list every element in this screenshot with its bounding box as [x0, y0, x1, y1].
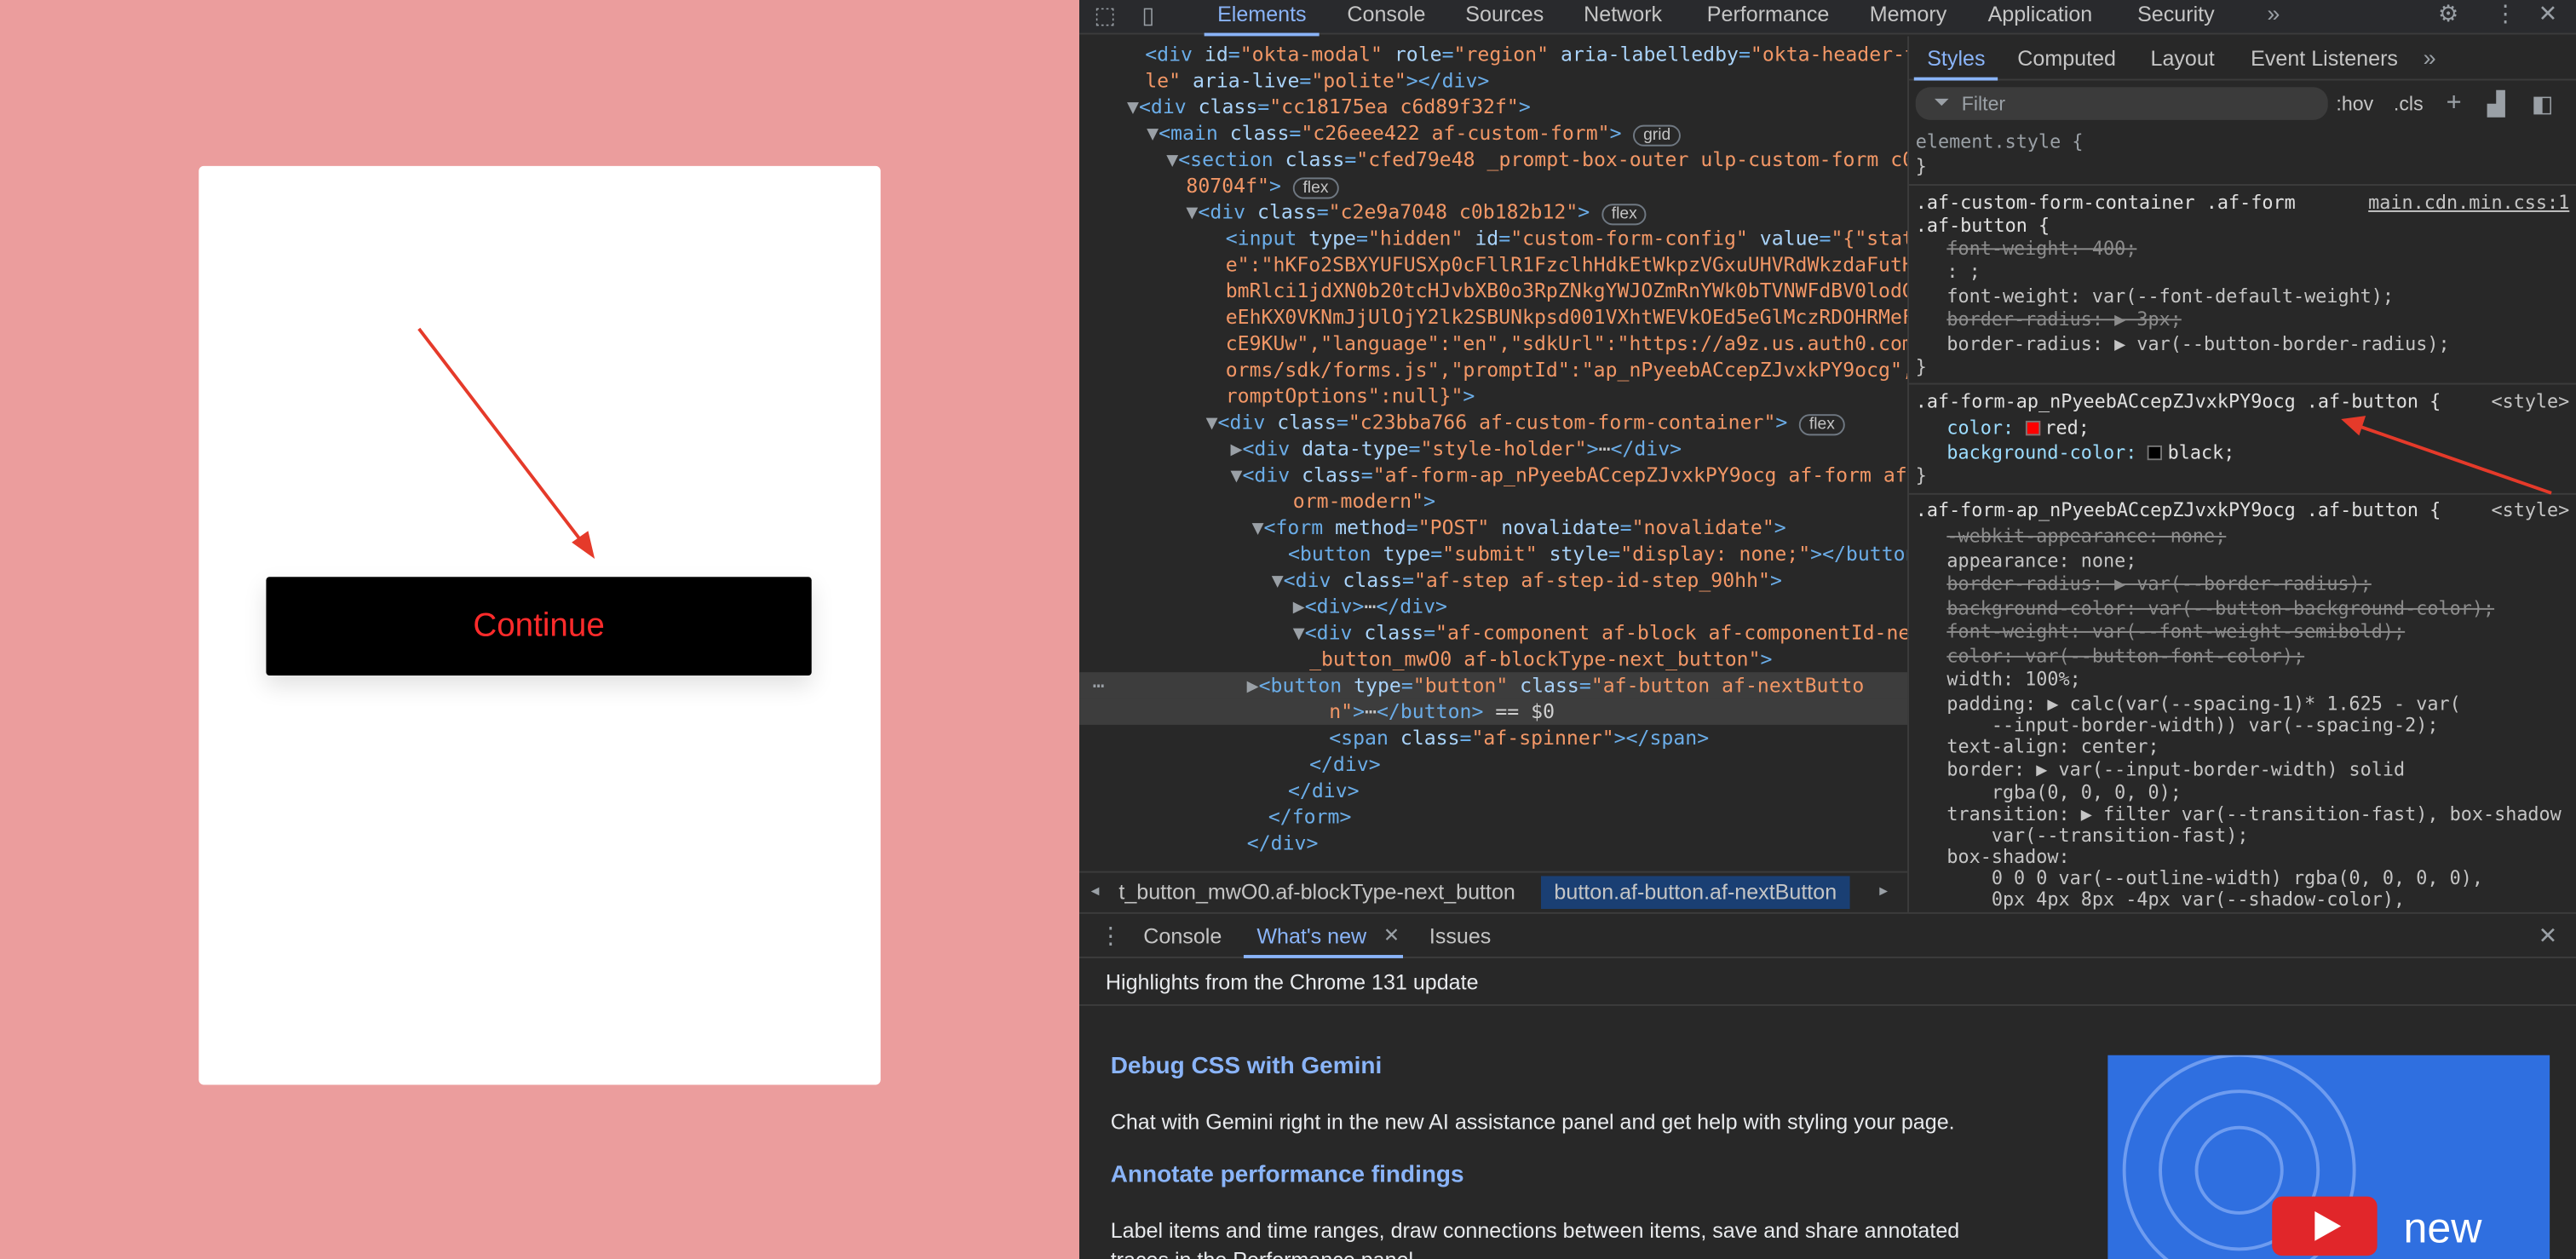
drawer-tab-console[interactable]: Console	[1143, 914, 1222, 958]
web-page: Continue	[0, 0, 1080, 1259]
thumbnail-art	[2122, 1055, 2378, 1259]
drawer-tab-whats-new[interactable]: What's new	[1243, 914, 1403, 958]
divider	[1079, 1003, 2576, 1006]
close-drawer-icon[interactable]: ✕	[2539, 922, 2558, 950]
thumbnail-text: new	[2403, 1203, 2482, 1253]
annotation-arrow	[2341, 416, 2552, 495]
drawer-panel: ⋮ Console What's new ✕ Issues ✕ Highligh…	[1079, 911, 2576, 1259]
browser-window: Continue ⬚ ▯ Elements Console Sources Ne…	[0, 0, 2576, 1259]
drawer-menu-icon[interactable]: ⋮	[1099, 922, 1122, 950]
feature-title[interactable]: Annotate performance findings	[1111, 1162, 1464, 1188]
drawer-tab-bar: ⋮ Console What's new ✕ Issues ✕	[1079, 914, 2576, 958]
close-tab-icon[interactable]: ✕	[1383, 922, 1400, 950]
feature-title[interactable]: Debug CSS with Gemini	[1111, 1054, 1383, 1080]
whats-new-heading: Highlights from the Chrome 131 update	[1105, 969, 1479, 995]
video-thumbnail[interactable]: new	[2107, 1055, 2550, 1259]
continue-button[interactable]: Continue	[266, 577, 812, 676]
feature-description: Chat with Gemini right in the new AI ass…	[1110, 1109, 1955, 1135]
drawer-tab-issues[interactable]: Issues	[1429, 914, 1491, 958]
feature-description: Label items and time ranges, draw connec…	[1110, 1217, 1960, 1243]
form-card: Continue	[198, 165, 881, 1085]
devtools-panel: ⬚ ▯ Elements Console Sources Network Per…	[1079, 0, 2576, 1259]
feature-description: traces in the Performance panel.	[1111, 1247, 1419, 1259]
